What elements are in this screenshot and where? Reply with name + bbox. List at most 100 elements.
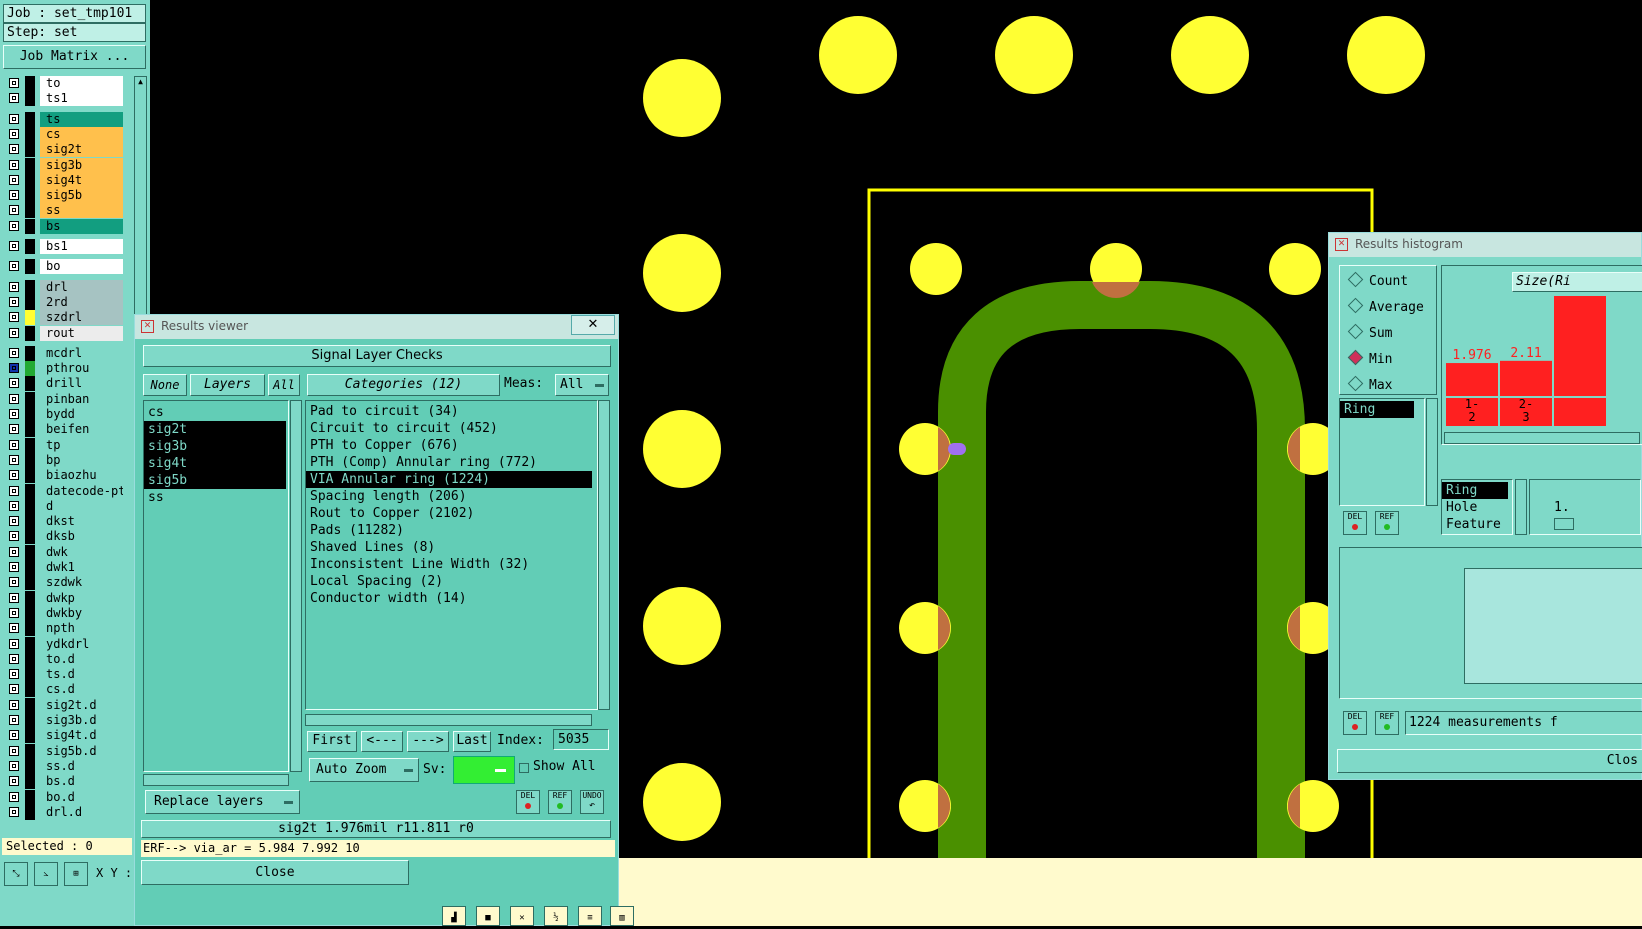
layer-color-swatch[interactable] <box>25 636 35 652</box>
layer-color-swatch[interactable] <box>25 728 35 744</box>
layer-color-swatch[interactable] <box>25 667 35 683</box>
layer-checkbox[interactable] <box>9 312 19 323</box>
layer-color-swatch[interactable] <box>25 126 35 142</box>
layer-checkbox[interactable] <box>9 791 19 802</box>
replace-layers-select[interactable]: Replace layers <box>145 790 300 814</box>
layer-name[interactable]: pinban <box>40 391 123 407</box>
layer-checkbox[interactable] <box>9 296 19 307</box>
layer-name[interactable]: dwk <box>40 544 123 560</box>
layer-name[interactable]: cs.d <box>40 682 123 698</box>
none-button[interactable]: None <box>143 374 187 396</box>
layer-row[interactable]: datecode-pt <box>6 483 123 499</box>
layer-color-swatch[interactable] <box>25 325 35 341</box>
category-item[interactable]: VIA Annular ring (1224) <box>306 471 592 488</box>
layer-checkbox[interactable] <box>9 623 19 634</box>
layer-checkbox[interactable] <box>9 546 19 557</box>
layer-row[interactable]: sig5b <box>6 188 123 204</box>
layer-select-item[interactable]: cs <box>144 404 286 421</box>
category-list[interactable]: Pad to circuit (34) Circuit to circuit (4… <box>305 400 598 710</box>
layer-checkbox[interactable] <box>9 347 19 358</box>
histogram-close-button[interactable]: Clos <box>1337 749 1642 773</box>
layer-checkbox[interactable] <box>9 607 19 618</box>
meas-select[interactable]: All <box>555 374 609 396</box>
layer-color-swatch[interactable] <box>25 157 35 173</box>
layer-color-swatch[interactable] <box>25 529 35 545</box>
category-item[interactable]: Inconsistent Line Width (32) <box>306 556 592 573</box>
del-button[interactable]: DEL <box>516 790 540 814</box>
layer-color-swatch[interactable] <box>25 422 35 438</box>
layer-name[interactable]: sig3b <box>40 157 123 173</box>
layer-row[interactable]: cs.d <box>6 682 123 698</box>
layer-color-swatch[interactable] <box>25 361 35 377</box>
ref-off-tool-icon[interactable]: ✕ <box>510 906 534 926</box>
category-item[interactable]: Shaved Lines (8) <box>306 539 592 556</box>
measure-list[interactable]: Ring <box>1339 398 1425 506</box>
layer-checkbox[interactable] <box>9 205 19 216</box>
layer-name[interactable]: to <box>40 76 123 91</box>
del-button[interactable]: DEL <box>1343 511 1367 535</box>
category-item[interactable]: Pads (11282) <box>306 522 592 539</box>
close-icon[interactable]: ✕ <box>571 315 615 335</box>
layer-checkbox[interactable] <box>9 684 19 695</box>
layer-row[interactable]: d <box>6 498 123 514</box>
layer-row[interactable]: 2rd <box>6 294 123 310</box>
zoom-tool-icon[interactable]: ⤡ <box>4 862 28 886</box>
layer-checkbox[interactable] <box>9 93 19 104</box>
layer-row[interactable]: bydd <box>6 407 123 422</box>
category-hscrollbar[interactable] <box>305 714 592 726</box>
category-item[interactable]: Pad to circuit (34) <box>306 403 592 420</box>
layer-checkbox[interactable] <box>9 78 19 88</box>
layer-name[interactable]: npth <box>40 621 123 637</box>
layer-name[interactable]: bo <box>40 259 123 275</box>
layer-row[interactable]: drl <box>6 279 123 295</box>
layer-name[interactable]: mcdrl <box>40 345 123 361</box>
layer-color-swatch[interactable] <box>25 483 35 499</box>
axis-item[interactable]: Feature <box>1442 516 1508 533</box>
first-button[interactable]: First <box>307 731 357 752</box>
layer-name[interactable]: biaozhu <box>40 468 123 484</box>
layer-color-swatch[interactable] <box>25 76 35 91</box>
layer-row[interactable]: sig2t <box>6 142 123 158</box>
layer-row[interactable]: dwk1 <box>6 560 123 575</box>
axis-list[interactable]: Ring Hole Feature <box>1441 479 1513 535</box>
layer-color-swatch[interactable] <box>25 111 35 127</box>
layer-select-item[interactable]: sig2t <box>144 421 286 438</box>
layer-name[interactable]: sig4t <box>40 172 123 188</box>
layer-checkbox[interactable] <box>9 760 19 771</box>
category-scrollbar[interactable] <box>598 400 610 710</box>
layer-checkbox[interactable] <box>9 159 19 170</box>
layer-color-swatch[interactable] <box>25 621 35 637</box>
layer-color-swatch[interactable] <box>25 789 35 805</box>
layer-color-swatch[interactable] <box>25 188 35 204</box>
layer-checkbox[interactable] <box>9 669 19 680</box>
viewer-titlebar[interactable]: ✕ Results viewer ✕ <box>135 315 618 339</box>
layer-color-swatch[interactable] <box>25 279 35 295</box>
layer-name[interactable]: szdrl <box>40 310 123 326</box>
axis-scrollbar[interactable] <box>1515 479 1527 535</box>
layer-checkbox[interactable] <box>9 500 19 511</box>
layer-name[interactable]: sig2t <box>40 142 123 158</box>
layer-checkbox[interactable] <box>9 730 19 741</box>
layer-name[interactable]: to.d <box>40 651 123 667</box>
mode-radio[interactable]: Min <box>1347 349 1392 370</box>
close-button[interactable]: Close <box>141 860 409 885</box>
layer-checkbox[interactable] <box>9 393 19 404</box>
all-button[interactable]: All <box>268 374 300 396</box>
layer-checkbox[interactable] <box>9 327 19 338</box>
layer-checkbox[interactable] <box>9 470 19 481</box>
category-item[interactable]: PTH to Copper (676) <box>306 437 592 454</box>
layer-checkbox[interactable] <box>9 363 19 374</box>
layer-checkbox[interactable] <box>9 699 19 710</box>
layer-name[interactable]: szdwk <box>40 575 123 591</box>
layer-row[interactable]: sig4t.d <box>6 728 123 744</box>
histogram-chart[interactable]: 1.976 2.11 <box>1444 296 1642 396</box>
layer-row[interactable]: dwk <box>6 544 123 560</box>
layer-color-swatch[interactable] <box>25 294 35 310</box>
mode-radio[interactable]: Sum <box>1347 323 1392 344</box>
prev-button[interactable]: <--- <box>361 731 403 752</box>
layer-checkbox[interactable] <box>9 745 19 756</box>
layer-checkbox[interactable] <box>9 424 19 435</box>
layer-checkbox[interactable] <box>9 113 19 124</box>
layer-name[interactable]: d <box>40 498 123 514</box>
layer-name[interactable]: datecode-pt <box>40 483 123 499</box>
